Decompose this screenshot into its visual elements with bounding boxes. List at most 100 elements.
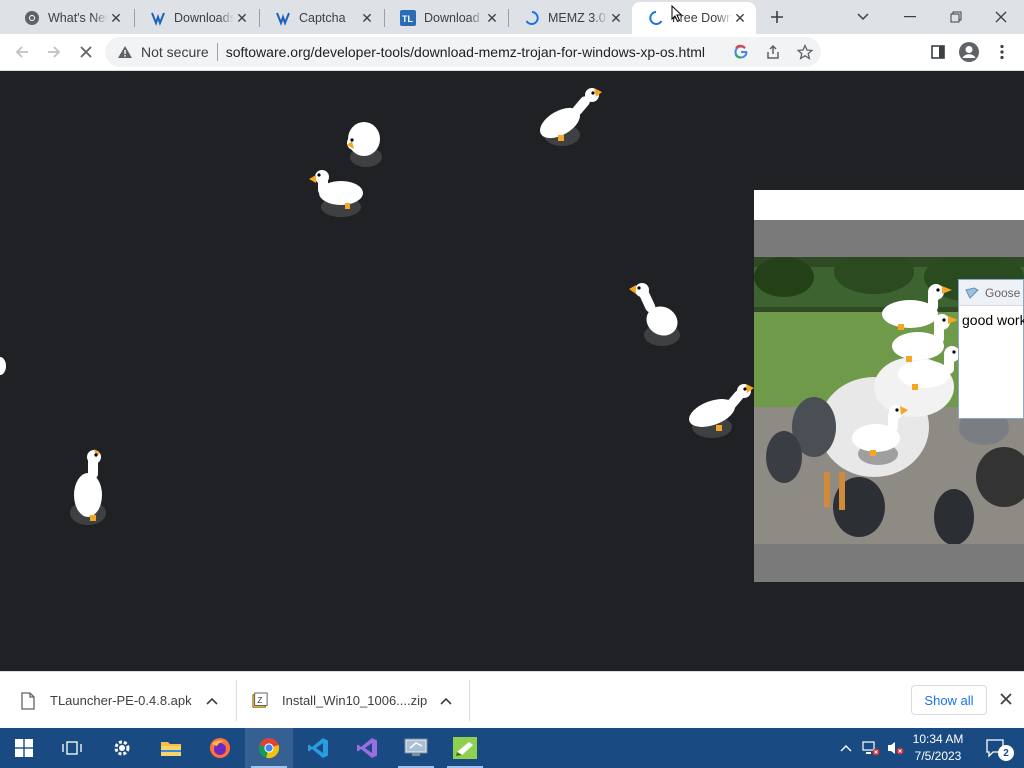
tab-search-button[interactable] [849,4,877,30]
media-header-bar [754,190,1024,220]
window-title: Goose [985,285,1021,300]
close-icon[interactable]: ✕ [234,10,250,26]
tab-strip: What's New ✕ Downloads ✕ Captcha ✕ TL Do… [0,0,1024,34]
firefox-icon [210,738,230,758]
restore-button[interactable] [941,4,971,30]
file-explorer-icon [161,742,181,756]
chevron-up-icon [840,745,852,752]
tab-download-tlauncher[interactable]: TL Download ✕ [384,2,508,34]
notification-count-badge: 2 [998,745,1014,761]
download-bar: TLauncher-PE-0.4.8.apk Z Install_Win10_1… [0,671,1024,728]
goose-notepad-window[interactable]: Goose good work [958,279,1024,419]
tab-free-download[interactable]: Free Down ✕ [632,2,756,34]
volume-muted-icon [888,742,904,755]
download-divider [236,680,237,721]
more-menu-icon[interactable] [988,38,1016,66]
security-status-label[interactable]: Not secure [141,44,209,60]
browser-toolbar: Not secure softoware.org/developer-tools… [0,34,1024,71]
window-titlebar[interactable]: Goose [959,280,1023,306]
chrome-taskbar-button[interactable] [245,728,293,768]
goose-sprite [540,88,602,146]
clock-time: 10:34 AM [912,732,964,746]
download-filename: Install_Win10_1006....zip [282,693,428,708]
action-center-button[interactable]: 2 [976,728,1016,768]
google-translate-icon[interactable] [725,37,757,67]
tab-label: Captcha [299,11,346,25]
task-view-icon [62,741,82,755]
chevron-up-icon[interactable] [438,693,454,709]
chrome-icon [258,738,280,759]
start-button[interactable] [0,728,48,768]
file-icon [20,691,36,710]
notepad-icon [965,286,979,299]
windows-taskbar: 10:34 AM 7/5/2023 2 [0,728,1024,768]
share-icon[interactable] [757,37,789,67]
close-icon[interactable]: ✕ [484,10,500,26]
page-content: Goose good work [0,71,1024,671]
stop-loading-button[interactable] [72,38,100,66]
network-button[interactable] [860,728,882,768]
task-view-button[interactable] [48,728,96,768]
tab-memz[interactable]: MEMZ 3.0 ✕ [508,2,632,34]
network-icon [862,741,880,756]
notepad-taskbar-button[interactable] [441,728,489,768]
mouse-cursor-icon [671,4,683,28]
settings-icon [114,740,130,756]
settings-taskbar-button[interactable] [98,728,146,768]
show-all-downloads-button[interactable]: Show all [911,685,987,715]
close-icon[interactable]: ✕ [359,10,375,26]
goose-sprite [309,170,363,217]
window-message: good work [962,312,1024,328]
remote-desktop-button[interactable] [392,728,440,768]
download-item[interactable]: Z Install_Win10_1006....zip [252,678,464,723]
taskbar-clock[interactable]: 10:34 AM 7/5/2023 [906,731,970,765]
vscode-button[interactable] [294,728,342,768]
tab-downloads[interactable]: Downloads ✕ [134,2,258,34]
address-bar[interactable]: Not secure softoware.org/developer-tools… [105,37,821,67]
omnibox-divider [216,43,218,61]
warning-icon[interactable] [117,44,133,60]
download-filename: TLauncher-PE-0.4.8.apk [50,693,192,708]
bookmark-star-icon[interactable] [789,37,821,67]
close-icon[interactable]: ✕ [608,10,624,26]
volume-button[interactable] [884,728,906,768]
goose-sprite [629,283,680,346]
tab-captcha[interactable]: Captcha ✕ [259,2,383,34]
close-download-bar-button[interactable] [996,689,1016,709]
goose-sprite [852,405,908,465]
tab-label: MEMZ 3.0 [548,11,606,25]
show-hidden-icons-button[interactable] [836,728,856,768]
forward-button[interactable] [40,38,68,66]
visual-studio-icon [357,738,377,758]
new-tab-button[interactable] [763,4,791,30]
close-icon[interactable]: ✕ [732,10,748,26]
download-divider [469,680,470,721]
vscode-icon [308,738,328,758]
chevron-up-icon[interactable] [204,693,220,709]
svg-text:Z: Z [257,695,262,704]
loading-spinner-icon [648,10,664,26]
svg-text:TL: TL [402,14,413,24]
download-item[interactable]: TLauncher-PE-0.4.8.apk [20,678,232,723]
close-window-button[interactable] [986,4,1016,30]
clock-date: 7/5/2023 [914,749,962,763]
softoware-icon [150,10,166,26]
tab-label: What's New [48,11,108,25]
back-button[interactable] [8,38,36,66]
zip-archive-icon: Z [252,692,268,710]
start-icon [15,739,33,757]
profile-avatar-icon[interactable] [955,38,983,66]
minimize-button[interactable] [895,4,925,30]
visual-studio-button[interactable] [343,728,391,768]
chrome-icon [24,10,40,26]
side-panel-button[interactable] [924,38,952,66]
tab-label: Downloads [174,11,234,25]
firefox-button[interactable] [196,728,244,768]
notepad-icon [453,737,477,759]
file-explorer-button[interactable] [147,728,195,768]
url-text[interactable]: softoware.org/developer-tools/download-m… [226,44,705,60]
loading-spinner-icon [524,10,540,26]
tab-whats-new[interactable]: What's New ✕ [8,2,132,34]
close-icon[interactable]: ✕ [108,10,124,26]
goose-sprite [0,357,6,375]
